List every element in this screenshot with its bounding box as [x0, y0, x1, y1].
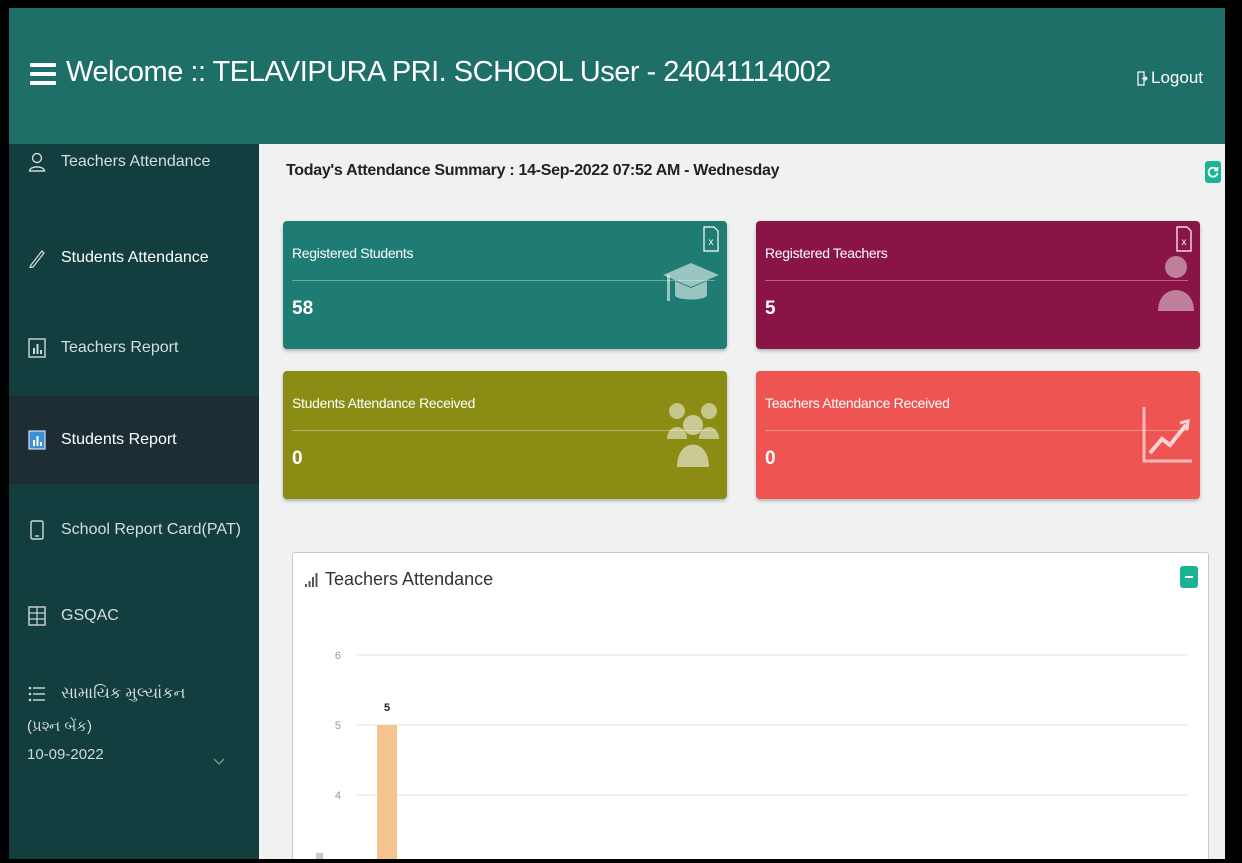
card-label: Students Attendance Received: [292, 395, 476, 411]
card-divider: [765, 430, 1188, 431]
card-label: Teachers Attendance Received: [765, 395, 950, 411]
sidebar-date-value: 10-09-2022: [27, 746, 104, 763]
top-header-bar: Welcome :: TELAVIPURA PRI. SCHOOL User -…: [9, 8, 1225, 144]
registered-teachers-card: Registered Teachers 5 x: [756, 221, 1200, 349]
registered-students-card: Registered Students 58 x: [283, 221, 727, 349]
main-content: Today's Attendance Summary : 14-Sep-2022…: [259, 144, 1225, 859]
excel-export-icon[interactable]: x: [1176, 226, 1192, 252]
logout-icon: [1137, 70, 1148, 86]
app-window: Welcome :: TELAVIPURA PRI. SCHOOL User -…: [0, 0, 1242, 863]
welcome-title: Welcome :: TELAVIPURA PRI. SCHOOL User -…: [66, 56, 831, 88]
logout-button[interactable]: Logout: [1137, 68, 1203, 88]
svg-text:x: x: [709, 237, 714, 248]
sidebar-item-label: સામાયિક મુલ્યાંકન: [61, 685, 186, 702]
card-label: Registered Teachers: [765, 245, 888, 261]
pencil-icon: [27, 248, 47, 268]
graduation-cap-icon: [663, 263, 719, 301]
tablet-icon: [27, 520, 47, 540]
sidebar-item-label: School Report Card(PAT): [61, 521, 241, 538]
excel-export-icon[interactable]: x: [703, 226, 719, 252]
card-value: 0: [765, 448, 776, 469]
menu-toggle-icon[interactable]: [30, 63, 56, 85]
y-axis-label-glyphs: [316, 853, 323, 859]
card-divider: [292, 280, 715, 281]
sidebar-sub-label: (પ્રશ્ન બેંક): [27, 718, 93, 735]
report-icon: [27, 430, 47, 450]
teachers-attendance-received-card: Teachers Attendance Received 0: [756, 371, 1200, 499]
y-tick-label: 6: [335, 650, 341, 662]
attendance-summary-title: Today's Attendance Summary : 14-Sep-2022…: [286, 162, 780, 179]
sidebar-item-label: GSQAC: [61, 607, 119, 624]
list-icon: [27, 684, 47, 704]
report-icon: [27, 338, 47, 358]
sidebar-item-label: Students Report: [61, 431, 177, 448]
sidebar: Teachers Attendance Students Attendance …: [9, 144, 259, 859]
sidebar-item-students-attendance[interactable]: Students Attendance: [9, 238, 259, 278]
sidebar-item-label: Teachers Attendance: [61, 153, 211, 170]
teachers-attendance-chart: 6 5 4 5: [316, 650, 1188, 859]
sidebar-item-label: Teachers Report: [61, 339, 179, 356]
card-value: 0: [292, 448, 303, 469]
bar-data-label: 5: [384, 702, 390, 714]
teachers-attendance-panel: Teachers Attendance 6545: [292, 552, 1209, 859]
svg-text:x: x: [1182, 237, 1187, 248]
line-chart-icon: [1142, 407, 1192, 463]
user-icon: [1158, 256, 1194, 311]
card-value: 58: [292, 298, 314, 319]
users-group-icon: [667, 403, 719, 467]
sidebar-item-teachers-attendance[interactable]: Teachers Attendance: [9, 146, 259, 178]
refresh-button[interactable]: [1205, 161, 1221, 183]
sidebar-item-teachers-report[interactable]: Teachers Report: [9, 328, 259, 368]
sidebar-item-periodic-assessment[interactable]: સામાયિક મુલ્યાંકન: [9, 678, 259, 710]
card-label: Registered Students: [292, 245, 414, 261]
chart-bar: [377, 725, 397, 859]
card-divider: [765, 280, 1188, 281]
sidebar-item-gsqac[interactable]: GSQAC: [9, 596, 259, 636]
students-attendance-received-card: Students Attendance Received 0: [283, 371, 727, 499]
card-divider: [292, 430, 715, 431]
sidebar-item-label: Students Attendance: [61, 249, 209, 266]
person-icon: [27, 152, 47, 172]
logout-label: Logout: [1151, 68, 1203, 87]
y-axis-label: [316, 853, 323, 859]
card-value: 5: [765, 298, 776, 319]
y-tick-label: 4: [335, 790, 341, 802]
chevron-down-icon[interactable]: [213, 758, 225, 766]
grid-icon: [27, 606, 47, 626]
refresh-icon: [1207, 166, 1219, 178]
sidebar-item-school-report-card[interactable]: School Report Card(PAT): [9, 510, 259, 550]
y-tick-label: 5: [335, 720, 341, 732]
sidebar-item-students-report[interactable]: Students Report: [9, 396, 259, 484]
